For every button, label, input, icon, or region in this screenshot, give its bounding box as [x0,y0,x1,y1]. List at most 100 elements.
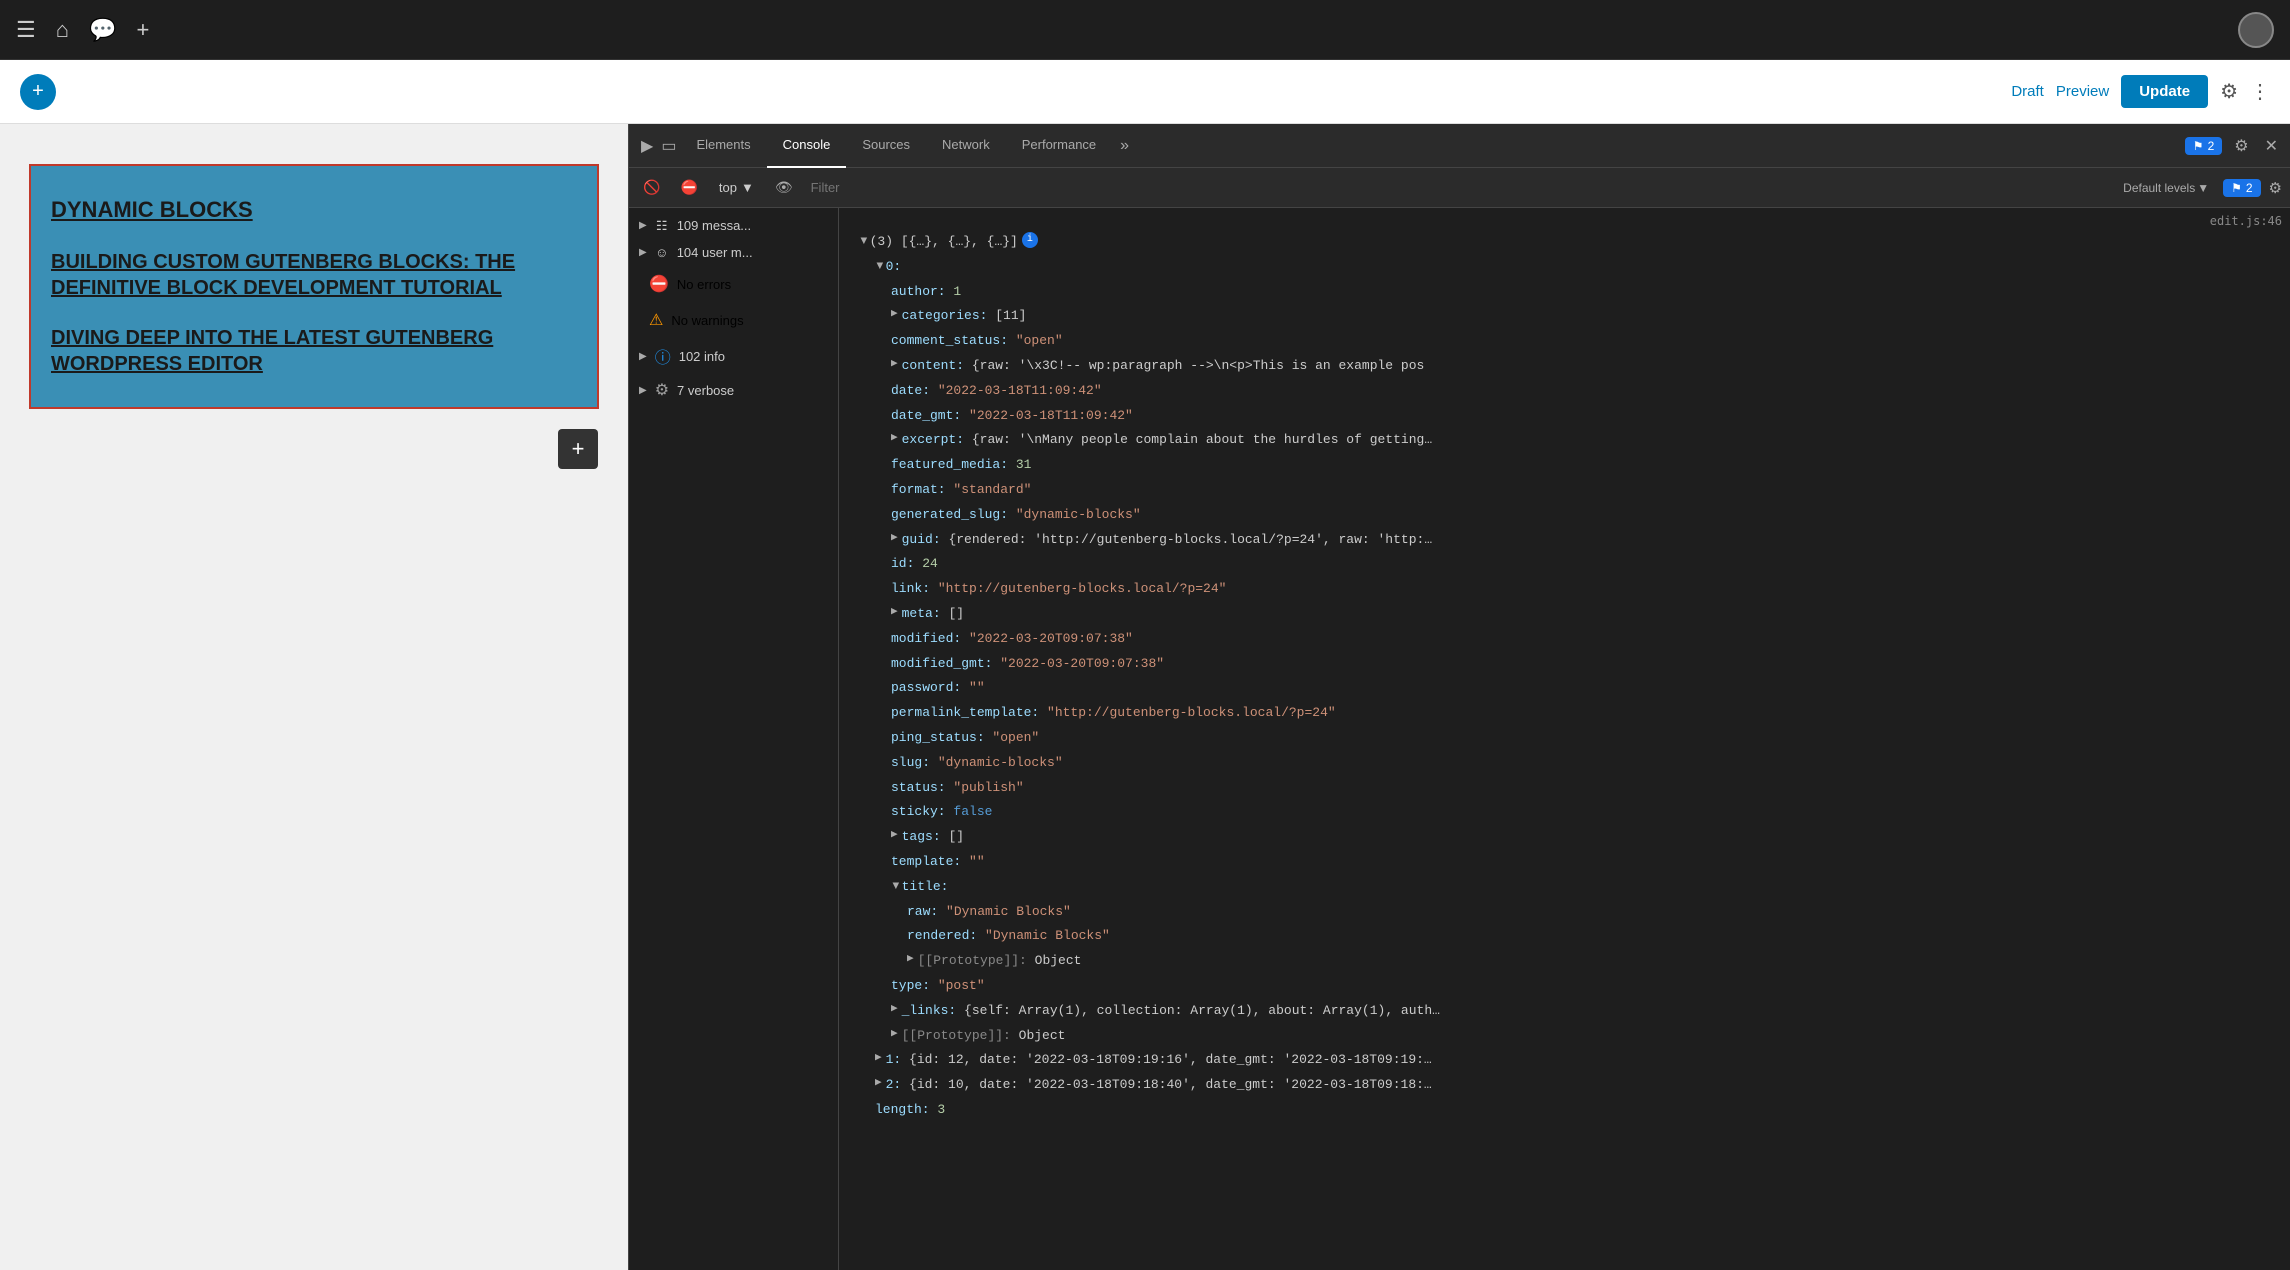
tab-console[interactable]: Console [767,124,847,168]
log-entry-errors[interactable]: ⛔ No errors [629,266,838,302]
tab-performance[interactable]: Performance [1006,124,1112,168]
console-line[interactable]: ▶ 2: {id: 10, date: '2022-03-18T09:18:40… [839,1073,2290,1098]
more-tabs-icon[interactable]: » [1112,137,1137,155]
log-entry-label: No warnings [671,313,828,328]
console-value: {raw: '\nMany people complain about the … [972,430,1432,451]
console-value: {self: Array(1), collection: Array(1), a… [964,1001,1440,1022]
console-line[interactable]: ▶ meta: [] [839,602,2290,627]
console-settings-icon[interactable]: ⚙ [2269,179,2282,197]
console-value: {id: 12, date: '2022-03-18T09:19:16', da… [909,1050,1432,1071]
wp-editor: DYNAMIC BLOCKS BUILDING CUSTOM GUTENBERG… [0,124,628,1270]
console-value: 24 [922,554,938,575]
console-key: meta: [902,604,949,625]
console-line[interactable]: ▶ _links: {self: Array(1), collection: A… [839,999,2290,1024]
add-block-button[interactable]: + [20,74,56,110]
avatar[interactable] [2238,12,2274,48]
expand-arrow[interactable]: ▶ [875,1075,882,1093]
expand-arrow[interactable]: ▶ [891,530,898,548]
issues-badge[interactable]: ⚑ 2 [2185,137,2222,155]
console-line[interactable]: ▶ content: {raw: '\x3C!-- wp:paragraph -… [839,354,2290,379]
log-group-info[interactable]: ▶ ⓘ 102 info [629,338,838,374]
expand-arrow[interactable]: ▶ [891,306,898,324]
log-entry-label: No errors [677,277,828,292]
levels-selector[interactable]: Default levels ▼ [2117,179,2215,197]
add-icon[interactable]: + [136,17,149,43]
content-block[interactable]: DYNAMIC BLOCKS BUILDING CUSTOM GUTENBERG… [29,164,599,409]
block-title: DYNAMIC BLOCKS [51,196,577,225]
console-value: 3 [937,1100,945,1121]
expand-arrow[interactable]: ▶ [854,237,872,244]
settings-icon[interactable]: ⚙ [2220,79,2238,104]
console-line[interactable]: ▶ [[Prototype]]: Object [839,1024,2290,1049]
preview-link[interactable]: Preview [2056,83,2109,100]
filter-input[interactable] [807,178,2110,197]
expand-arrow[interactable]: ▶ [875,1050,882,1068]
expand-arrow[interactable]: ▶ [907,951,914,969]
console-line: raw: "Dynamic Blocks" [839,900,2290,925]
console-line[interactable]: ▶ [[Prototype]]: Object [839,949,2290,974]
inspect-icon[interactable]: ▶ [637,132,657,160]
console-value: "" [969,852,985,873]
expand-arrow[interactable]: ▶ [891,430,898,448]
tab-elements[interactable]: Elements [680,124,766,168]
tab-sources[interactable]: Sources [846,124,926,168]
verbose-icon: ⚙ [655,380,669,400]
devtools-tab-icons: ⚑ 2 ⚙ ✕ [2185,132,2282,160]
tab-network[interactable]: Network [926,124,1006,168]
expand-arrow[interactable]: ▶ [891,604,898,622]
close-icon[interactable]: ✕ [2261,132,2282,160]
hamburger-icon[interactable]: ☰ [16,17,36,43]
expand-arrow-down[interactable]: ▶ [886,882,904,889]
console-line[interactable]: ▶ 0: [839,255,2290,280]
console-line: format: "standard" [839,478,2290,503]
add-block-float-button[interactable]: + [558,429,598,469]
issues-count-badge[interactable]: ⚑ 2 [2223,179,2260,197]
settings-icon[interactable]: ⚙ [2230,132,2252,160]
log-entry-warnings[interactable]: ⚠ No warnings [629,302,838,338]
context-selector[interactable]: top ▼ [712,177,761,198]
console-line: modified_gmt: "2022-03-20T09:07:38" [839,652,2290,677]
home-icon[interactable]: ⌂ [56,17,69,43]
console-line[interactable]: ▶ guid: {rendered: 'http://gutenberg-blo… [839,528,2290,553]
console-line: id: 24 [839,552,2290,577]
log-group-verbose[interactable]: ▶ ⚙ 7 verbose [629,374,838,406]
eye-icon[interactable]: 👁 [769,175,799,200]
console-line[interactable]: ▶ excerpt: {raw: '\nMany people complain… [839,428,2290,453]
console-line[interactable]: ▶ 1: {id: 12, date: '2022-03-18T09:19:16… [839,1048,2290,1073]
info-icon: ⓘ [655,344,671,368]
console-line: type: "post" [839,974,2290,999]
expand-arrow[interactable]: ▶ [891,356,898,374]
console-line[interactable]: ▶ tags: [] [839,825,2290,850]
console-line[interactable]: ▶ title: [839,875,2290,900]
console-source-link[interactable]: edit.js:46 [839,212,2290,230]
expand-arrow[interactable]: ▶ [891,1001,898,1019]
console-line[interactable]: ▶ categories: [11] [839,304,2290,329]
expand-arrow[interactable]: ▶ [870,262,888,269]
console-line: ping_status: "open" [839,726,2290,751]
info-badge: i [1022,232,1038,248]
device-icon[interactable]: ▭ [657,132,680,160]
comment-icon[interactable]: 💬 [89,17,116,43]
expand-arrow[interactable]: ▶ [891,1026,898,1044]
log-group-user-messages[interactable]: ▶ ☺ 104 user m... [629,239,838,266]
console-value: "http://gutenberg-blocks.local/?p=24" [1047,703,1336,724]
top-bar: ☰ ⌂ 💬 + [0,0,2290,60]
console-line[interactable]: ▶ (3) [{…}, {…}, {…}] i [839,230,2290,255]
log-group-label: 102 info [679,349,828,364]
console-value: [11] [995,306,1026,327]
console-key: 2: [886,1075,909,1096]
draft-link[interactable]: Draft [2011,83,2044,100]
console-value: "dynamic-blocks" [938,753,1063,774]
more-options-icon[interactable]: ⋮ [2250,79,2270,104]
console-value: "2022-03-18T11:09:42" [969,406,1133,427]
block-console-icon[interactable]: ⛔ [674,175,703,200]
expand-arrow[interactable]: ▶ [891,827,898,845]
console-key: link: [891,579,938,600]
console-key: featured_media: [891,455,1016,476]
console-key: slug: [891,753,938,774]
console-key: 1: [886,1050,909,1071]
console-line: date_gmt: "2022-03-18T11:09:42" [839,404,2290,429]
log-group-all-messages[interactable]: ▶ ☷ 109 messa... [629,212,838,239]
update-button[interactable]: Update [2121,75,2208,108]
clear-console-icon[interactable]: 🚫 [637,175,666,200]
